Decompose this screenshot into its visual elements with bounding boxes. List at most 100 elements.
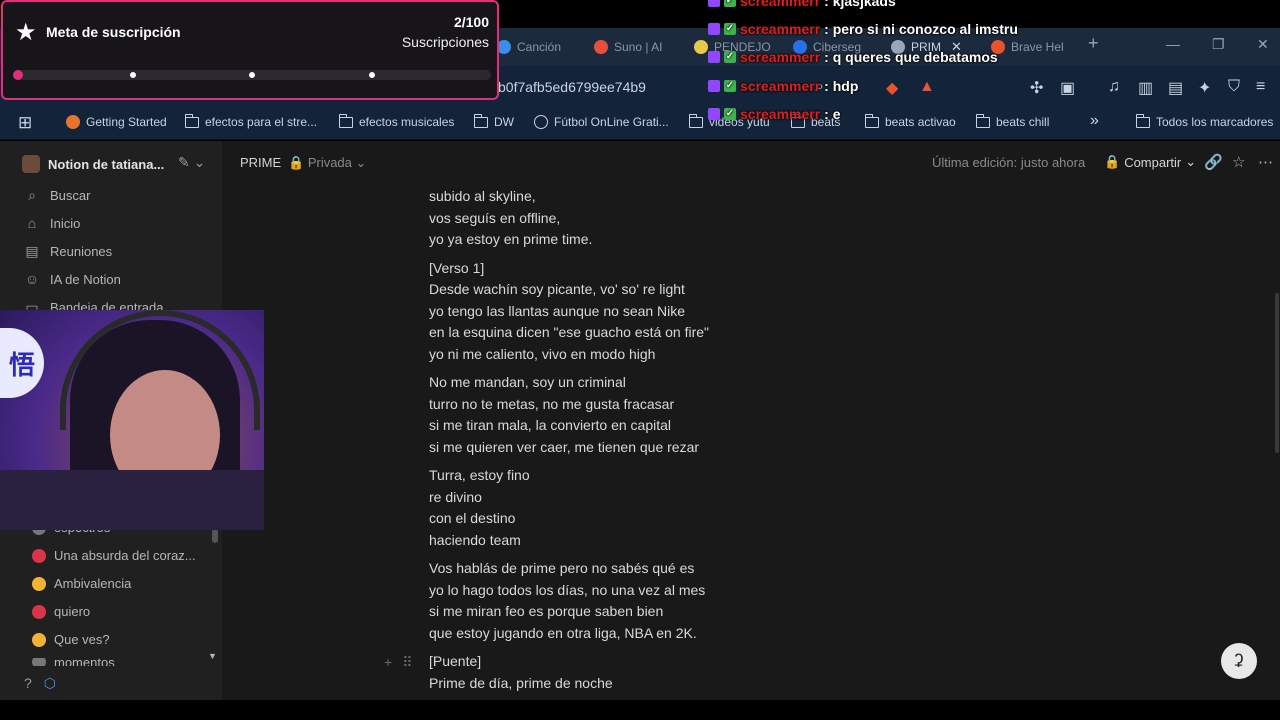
lyric-line: vos seguís en offline,	[429, 209, 561, 226]
share-label: Compartir	[1124, 154, 1182, 170]
add-block-icon[interactable]: +	[384, 654, 392, 671]
sidebar-item-label: Reuniones	[50, 244, 113, 259]
workspace-switcher[interactable]: Notion de tatiana...	[22, 155, 164, 173]
content-scrollbar[interactable]	[1275, 293, 1279, 453]
lyric-line: haciendo team	[429, 531, 521, 548]
sidebar-page-item[interactable]: Una absurda del coraz...	[32, 548, 196, 563]
folder-icon	[473, 113, 488, 128]
url-field[interactable]: b0f7afb5ed6799ee74b9	[498, 79, 646, 95]
bookmark-item[interactable]: beats chill	[975, 113, 1049, 129]
more-icon[interactable]: ⋯	[1258, 153, 1273, 171]
page-topbar: PRIME 🔒 Privada ⌄ Última edición: justo …	[222, 141, 1280, 183]
verified-badge-icon: ✓	[724, 0, 736, 7]
apps-grid-icon[interactable]: ⊞	[18, 113, 32, 133]
lyric-line: Prime de día, prime de noche	[429, 674, 613, 691]
tab-favicon-icon	[694, 40, 708, 54]
bookmark-item[interactable]: efectos musicales	[338, 113, 454, 129]
sub-badge-icon	[708, 80, 720, 92]
wallet-icon[interactable]: ▤	[1168, 78, 1183, 98]
new-page-icon[interactable]: ✎ ⌄	[178, 154, 205, 171]
star-icon[interactable]: ☆	[1232, 153, 1245, 171]
drag-handle-icon[interactable]: ⠿	[402, 654, 412, 671]
breadcrumb[interactable]: PRIME	[240, 155, 281, 170]
restore-icon[interactable]: ❐	[1212, 36, 1225, 53]
all-bookmarks[interactable]: Todos los marcadores	[1135, 113, 1273, 129]
menu-icon[interactable]: ≡	[1256, 78, 1265, 96]
sidebar-page-item[interactable]: Ambivalencia	[32, 576, 131, 591]
sidebar-page-item[interactable]: momentos	[32, 658, 115, 666]
cube-icon[interactable]: ⬡	[44, 675, 56, 692]
chat-username: screammerr	[740, 0, 821, 9]
folder-icon	[184, 113, 199, 128]
page-label: Ambivalencia	[54, 576, 132, 591]
kanji-logo: 悟	[0, 328, 44, 398]
privacy-indicator[interactable]: 🔒 Privada ⌄	[288, 155, 366, 171]
bookmark-label: Fútbol OnLine Grati...	[554, 115, 669, 129]
brave-rewards-icon[interactable]: ▲	[919, 78, 935, 96]
sub-badge-icon	[708, 108, 720, 120]
text-block[interactable]: Vos hablás de prime pero no sabés qué es…	[429, 558, 929, 644]
text-block[interactable]: No me mandan, soy un criminal turro no te…	[429, 372, 929, 458]
text-block[interactable]: Turra, estoy fino re divino con el destino…	[429, 465, 929, 551]
text-block[interactable]: [Verso 1] Desde wachín soy picante, vo' s…	[429, 258, 929, 366]
lyric-line: Desde wachín soy picante, vo' so' re lig…	[429, 281, 685, 297]
firefox-icon	[66, 115, 80, 129]
goal-title: Meta de suscripción	[46, 24, 181, 40]
new-tab-button[interactable]: +	[1088, 33, 1099, 54]
bookmark-item[interactable]: beats activao	[864, 113, 956, 129]
close-window-icon[interactable]: ✕	[1257, 36, 1269, 53]
leo-ai-icon[interactable]: ✦	[1198, 78, 1211, 98]
minimize-icon[interactable]: —	[1166, 36, 1180, 52]
star-icon: ★	[15, 19, 37, 46]
media-icon[interactable]: ♫	[1108, 78, 1120, 96]
bookmark-item[interactable]: efectos para el stre...	[184, 113, 317, 129]
sidebar-scrollbar[interactable]	[212, 529, 218, 543]
help-button[interactable]: ʡ	[1221, 643, 1257, 679]
text-block[interactable]: subido al skyline, vos seguís en offline,…	[429, 186, 929, 251]
bookmark-item[interactable]: Fútbol OnLine Grati...	[534, 115, 669, 129]
sidebar-item-reuniones[interactable]: ▤ Reuniones	[24, 243, 112, 260]
sidebar-item-buscar[interactable]: ⌕ Buscar	[24, 187, 90, 204]
bookmark-item[interactable]: DW	[473, 113, 514, 129]
sidebar-page-item[interactable]: Que ves?	[32, 632, 110, 647]
webcam-overlay: 悟	[0, 310, 264, 530]
page-label: momentos	[54, 658, 115, 666]
sidebar-item-label: Buscar	[50, 188, 91, 203]
brave-shield-icon[interactable]: ◆	[886, 78, 898, 98]
workspace-name: Notion de tatiana...	[48, 156, 165, 172]
lips-icon	[32, 604, 46, 619]
tab-favicon-icon	[497, 40, 511, 54]
folder-icon	[338, 113, 353, 128]
tab-favicon-icon	[594, 40, 608, 54]
goal-milestone-dot	[249, 72, 255, 78]
lyric-line: yo ni me caliento, vivo en modo high	[429, 345, 656, 362]
more-bookmarks-icon[interactable]: »	[1090, 112, 1099, 130]
page-content: subido al skyline, vos seguís en offline,…	[429, 186, 929, 701]
browser-tab[interactable]: Suno | AI	[594, 36, 672, 58]
link-icon[interactable]: 🔗	[1204, 153, 1223, 171]
sidebar-toggle-icon[interactable]: ▥	[1138, 78, 1153, 98]
lyric-line: si me miran feo es porque saben bien	[429, 603, 664, 619]
sidebar-item-inicio[interactable]: ⌂ Inicio	[24, 215, 81, 231]
sidebar-item-ia[interactable]: ☺ IA de Notion	[24, 271, 121, 287]
extensions-icon[interactable]: ✣	[1030, 78, 1043, 98]
help-icon[interactable]: ?	[24, 675, 32, 692]
face-emoji-icon	[32, 632, 46, 647]
chat-text: : pero si ni conozco al imstru	[824, 21, 1018, 37]
bookmark-item[interactable]: Getting Started	[66, 115, 167, 129]
lyric-line: No me mandan, soy un criminal	[429, 374, 626, 390]
screenshot-icon[interactable]: ▣	[1060, 78, 1075, 98]
sidebar-page-item[interactable]: quiero	[32, 604, 90, 619]
page-label: Una absurda del coraz...	[54, 548, 196, 563]
share-button[interactable]: 🔒 Compartir ⌄	[1098, 150, 1202, 174]
text-block[interactable]: [Puente] Prime de día, prime de noche	[429, 651, 929, 694]
vpn-icon[interactable]: ⛉	[1228, 78, 1240, 96]
folder-icon	[864, 113, 879, 128]
browser-tab[interactable]: Canción	[497, 36, 575, 58]
webcam-shirt	[0, 470, 264, 530]
page-emoji-icon	[32, 658, 46, 666]
page-label: Que ves?	[54, 632, 110, 647]
browser-tab[interactable]: Brave Hel	[991, 36, 1069, 58]
workspace-avatar	[22, 155, 40, 173]
scroll-down-icon[interactable]: ▼	[208, 651, 217, 661]
